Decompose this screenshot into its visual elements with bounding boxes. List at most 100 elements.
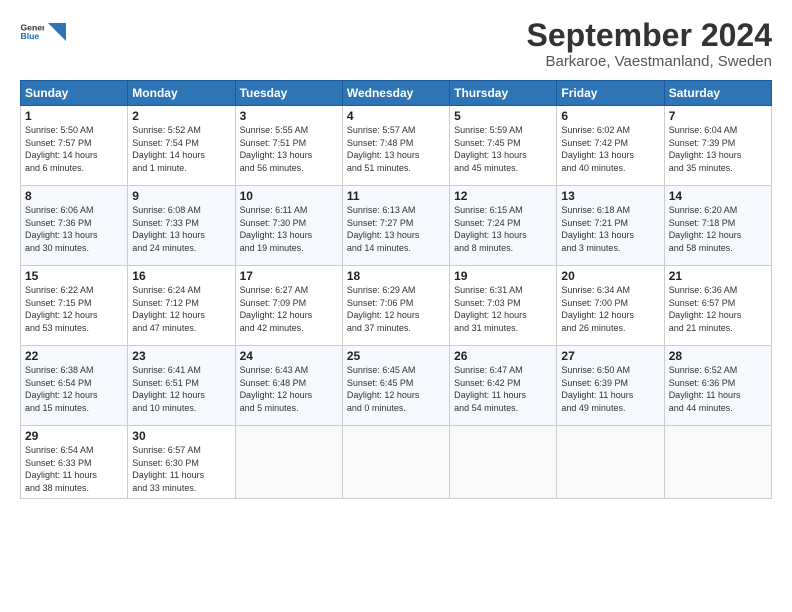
logo: General Blue bbox=[20, 18, 66, 46]
calendar-cell: 28Sunrise: 6:52 AM Sunset: 6:36 PM Dayli… bbox=[664, 346, 771, 426]
calendar-header-sunday: Sunday bbox=[21, 81, 128, 106]
day-number: 23 bbox=[132, 349, 230, 363]
day-info: Sunrise: 6:31 AM Sunset: 7:03 PM Dayligh… bbox=[454, 284, 552, 334]
calendar-header-row: SundayMondayTuesdayWednesdayThursdayFrid… bbox=[21, 81, 772, 106]
calendar-cell: 12Sunrise: 6:15 AM Sunset: 7:24 PM Dayli… bbox=[450, 186, 557, 266]
day-info: Sunrise: 6:43 AM Sunset: 6:48 PM Dayligh… bbox=[240, 364, 338, 414]
calendar-cell bbox=[664, 426, 771, 498]
day-info: Sunrise: 6:22 AM Sunset: 7:15 PM Dayligh… bbox=[25, 284, 123, 334]
day-info: Sunrise: 6:29 AM Sunset: 7:06 PM Dayligh… bbox=[347, 284, 445, 334]
day-info: Sunrise: 6:08 AM Sunset: 7:33 PM Dayligh… bbox=[132, 204, 230, 254]
calendar-cell: 20Sunrise: 6:34 AM Sunset: 7:00 PM Dayli… bbox=[557, 266, 664, 346]
day-number: 6 bbox=[561, 109, 659, 123]
day-number: 17 bbox=[240, 269, 338, 283]
day-number: 15 bbox=[25, 269, 123, 283]
calendar-cell: 16Sunrise: 6:24 AM Sunset: 7:12 PM Dayli… bbox=[128, 266, 235, 346]
page: General Blue September 2024 Barkaroe, Va… bbox=[0, 0, 792, 612]
calendar-header-tuesday: Tuesday bbox=[235, 81, 342, 106]
calendar-cell: 11Sunrise: 6:13 AM Sunset: 7:27 PM Dayli… bbox=[342, 186, 449, 266]
day-info: Sunrise: 6:27 AM Sunset: 7:09 PM Dayligh… bbox=[240, 284, 338, 334]
day-number: 7 bbox=[669, 109, 767, 123]
day-info: Sunrise: 6:24 AM Sunset: 7:12 PM Dayligh… bbox=[132, 284, 230, 334]
calendar-cell: 24Sunrise: 6:43 AM Sunset: 6:48 PM Dayli… bbox=[235, 346, 342, 426]
day-info: Sunrise: 6:06 AM Sunset: 7:36 PM Dayligh… bbox=[25, 204, 123, 254]
day-info: Sunrise: 6:20 AM Sunset: 7:18 PM Dayligh… bbox=[669, 204, 767, 254]
day-number: 8 bbox=[25, 189, 123, 203]
day-number: 10 bbox=[240, 189, 338, 203]
calendar-week-row: 29Sunrise: 6:54 AM Sunset: 6:33 PM Dayli… bbox=[21, 426, 772, 498]
day-info: Sunrise: 6:18 AM Sunset: 7:21 PM Dayligh… bbox=[561, 204, 659, 254]
calendar-week-row: 15Sunrise: 6:22 AM Sunset: 7:15 PM Dayli… bbox=[21, 266, 772, 346]
day-info: Sunrise: 5:55 AM Sunset: 7:51 PM Dayligh… bbox=[240, 124, 338, 174]
subtitle: Barkaroe, Vaestmanland, Sweden bbox=[527, 53, 772, 70]
calendar-cell: 6Sunrise: 6:02 AM Sunset: 7:42 PM Daylig… bbox=[557, 106, 664, 186]
day-number: 13 bbox=[561, 189, 659, 203]
day-info: Sunrise: 6:36 AM Sunset: 6:57 PM Dayligh… bbox=[669, 284, 767, 334]
day-number: 14 bbox=[669, 189, 767, 203]
calendar-cell: 21Sunrise: 6:36 AM Sunset: 6:57 PM Dayli… bbox=[664, 266, 771, 346]
day-number: 19 bbox=[454, 269, 552, 283]
day-number: 2 bbox=[132, 109, 230, 123]
calendar-cell: 9Sunrise: 6:08 AM Sunset: 7:33 PM Daylig… bbox=[128, 186, 235, 266]
day-info: Sunrise: 5:59 AM Sunset: 7:45 PM Dayligh… bbox=[454, 124, 552, 174]
day-number: 18 bbox=[347, 269, 445, 283]
day-info: Sunrise: 5:57 AM Sunset: 7:48 PM Dayligh… bbox=[347, 124, 445, 174]
calendar-cell: 10Sunrise: 6:11 AM Sunset: 7:30 PM Dayli… bbox=[235, 186, 342, 266]
day-number: 21 bbox=[669, 269, 767, 283]
day-number: 4 bbox=[347, 109, 445, 123]
calendar-cell bbox=[342, 426, 449, 498]
logo-triangle-icon bbox=[48, 23, 66, 41]
day-number: 20 bbox=[561, 269, 659, 283]
day-number: 22 bbox=[25, 349, 123, 363]
svg-text:Blue: Blue bbox=[20, 31, 39, 41]
calendar-cell: 13Sunrise: 6:18 AM Sunset: 7:21 PM Dayli… bbox=[557, 186, 664, 266]
calendar-cell: 3Sunrise: 5:55 AM Sunset: 7:51 PM Daylig… bbox=[235, 106, 342, 186]
calendar-header-wednesday: Wednesday bbox=[342, 81, 449, 106]
day-info: Sunrise: 6:15 AM Sunset: 7:24 PM Dayligh… bbox=[454, 204, 552, 254]
calendar-cell: 14Sunrise: 6:20 AM Sunset: 7:18 PM Dayli… bbox=[664, 186, 771, 266]
day-info: Sunrise: 6:38 AM Sunset: 6:54 PM Dayligh… bbox=[25, 364, 123, 414]
day-number: 12 bbox=[454, 189, 552, 203]
calendar-week-row: 8Sunrise: 6:06 AM Sunset: 7:36 PM Daylig… bbox=[21, 186, 772, 266]
calendar-week-row: 1Sunrise: 5:50 AM Sunset: 7:57 PM Daylig… bbox=[21, 106, 772, 186]
day-number: 26 bbox=[454, 349, 552, 363]
day-info: Sunrise: 6:47 AM Sunset: 6:42 PM Dayligh… bbox=[454, 364, 552, 414]
day-number: 29 bbox=[25, 429, 123, 443]
calendar-cell bbox=[450, 426, 557, 498]
header: General Blue September 2024 Barkaroe, Va… bbox=[20, 18, 772, 70]
day-number: 11 bbox=[347, 189, 445, 203]
day-info: Sunrise: 6:45 AM Sunset: 6:45 PM Dayligh… bbox=[347, 364, 445, 414]
main-title: September 2024 bbox=[527, 18, 772, 53]
day-number: 3 bbox=[240, 109, 338, 123]
day-info: Sunrise: 6:57 AM Sunset: 6:30 PM Dayligh… bbox=[132, 444, 230, 494]
day-number: 25 bbox=[347, 349, 445, 363]
calendar-cell: 19Sunrise: 6:31 AM Sunset: 7:03 PM Dayli… bbox=[450, 266, 557, 346]
calendar-header-monday: Monday bbox=[128, 81, 235, 106]
calendar-cell: 23Sunrise: 6:41 AM Sunset: 6:51 PM Dayli… bbox=[128, 346, 235, 426]
calendar-header-friday: Friday bbox=[557, 81, 664, 106]
calendar-cell: 29Sunrise: 6:54 AM Sunset: 6:33 PM Dayli… bbox=[21, 426, 128, 498]
day-info: Sunrise: 5:50 AM Sunset: 7:57 PM Dayligh… bbox=[25, 124, 123, 174]
day-info: Sunrise: 6:50 AM Sunset: 6:39 PM Dayligh… bbox=[561, 364, 659, 414]
calendar-cell: 5Sunrise: 5:59 AM Sunset: 7:45 PM Daylig… bbox=[450, 106, 557, 186]
calendar-header-thursday: Thursday bbox=[450, 81, 557, 106]
calendar-header-saturday: Saturday bbox=[664, 81, 771, 106]
title-area: September 2024 Barkaroe, Vaestmanland, S… bbox=[527, 18, 772, 70]
calendar-week-row: 22Sunrise: 6:38 AM Sunset: 6:54 PM Dayli… bbox=[21, 346, 772, 426]
day-number: 9 bbox=[132, 189, 230, 203]
day-info: Sunrise: 6:34 AM Sunset: 7:00 PM Dayligh… bbox=[561, 284, 659, 334]
calendar-cell: 1Sunrise: 5:50 AM Sunset: 7:57 PM Daylig… bbox=[21, 106, 128, 186]
day-info: Sunrise: 6:04 AM Sunset: 7:39 PM Dayligh… bbox=[669, 124, 767, 174]
day-info: Sunrise: 6:52 AM Sunset: 6:36 PM Dayligh… bbox=[669, 364, 767, 414]
calendar-cell: 25Sunrise: 6:45 AM Sunset: 6:45 PM Dayli… bbox=[342, 346, 449, 426]
day-info: Sunrise: 6:41 AM Sunset: 6:51 PM Dayligh… bbox=[132, 364, 230, 414]
day-number: 30 bbox=[132, 429, 230, 443]
day-number: 27 bbox=[561, 349, 659, 363]
calendar-cell: 18Sunrise: 6:29 AM Sunset: 7:06 PM Dayli… bbox=[342, 266, 449, 346]
calendar-cell: 27Sunrise: 6:50 AM Sunset: 6:39 PM Dayli… bbox=[557, 346, 664, 426]
calendar-table: SundayMondayTuesdayWednesdayThursdayFrid… bbox=[20, 80, 772, 498]
day-info: Sunrise: 5:52 AM Sunset: 7:54 PM Dayligh… bbox=[132, 124, 230, 174]
calendar-cell: 17Sunrise: 6:27 AM Sunset: 7:09 PM Dayli… bbox=[235, 266, 342, 346]
calendar-cell: 22Sunrise: 6:38 AM Sunset: 6:54 PM Dayli… bbox=[21, 346, 128, 426]
calendar-cell: 7Sunrise: 6:04 AM Sunset: 7:39 PM Daylig… bbox=[664, 106, 771, 186]
